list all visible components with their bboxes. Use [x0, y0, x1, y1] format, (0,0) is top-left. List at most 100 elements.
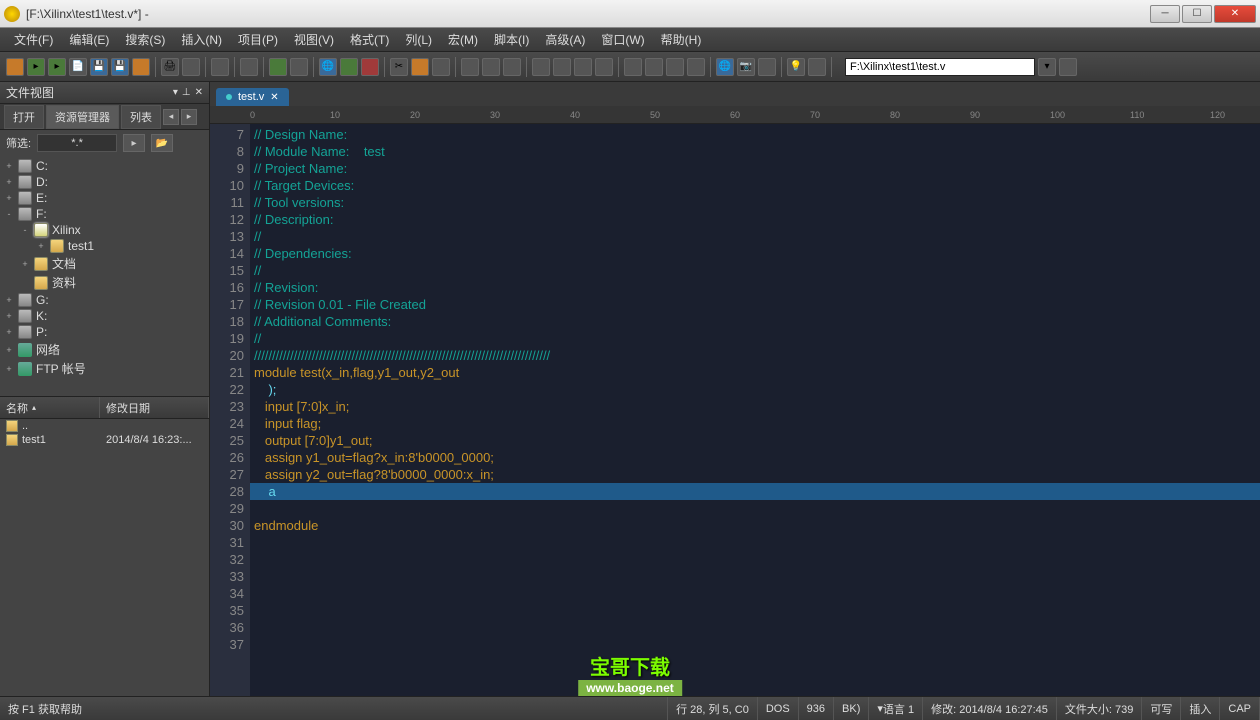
editor-tab-label: test.v: [238, 91, 264, 103]
toolbar-button[interactable]: 💡: [787, 58, 805, 76]
toolbar-button[interactable]: [461, 58, 479, 76]
toolbar-button[interactable]: [240, 58, 258, 76]
menu-item[interactable]: 列(L): [397, 29, 440, 50]
code-area[interactable]: 7891011121314151617181920212223242526272…: [210, 124, 1260, 696]
toolbar-button[interactable]: ▸: [27, 58, 45, 76]
toolbar-button[interactable]: [808, 58, 826, 76]
toolbar-button[interactable]: [432, 58, 450, 76]
close-button[interactable]: ✕: [1214, 5, 1256, 23]
panel-close-icon[interactable]: ✕: [195, 87, 203, 98]
tree-node[interactable]: +C:: [0, 158, 209, 174]
tab-scroll-right[interactable]: ▸: [181, 109, 197, 125]
menu-item[interactable]: 文件(F): [6, 29, 61, 50]
tree-node[interactable]: -F:: [0, 206, 209, 222]
menu-item[interactable]: 格式(T): [342, 29, 397, 50]
toolbar-button[interactable]: [482, 58, 500, 76]
status-lang[interactable]: ▾ 语言 1: [869, 697, 923, 720]
status-insert[interactable]: 插入: [1181, 697, 1220, 720]
menu-item[interactable]: 项目(P): [230, 29, 286, 50]
maximize-button[interactable]: ☐: [1182, 5, 1212, 23]
toolbar-button[interactable]: [687, 58, 705, 76]
toolbar-button[interactable]: [211, 58, 229, 76]
list-item[interactable]: test12014/8/4 16:23:...: [0, 433, 209, 447]
path-field[interactable]: [850, 61, 1030, 73]
toolbar-button[interactable]: [503, 58, 521, 76]
toolbar-button[interactable]: [290, 58, 308, 76]
tree-node[interactable]: +test1: [0, 238, 209, 254]
tree-node[interactable]: +文档: [0, 254, 209, 273]
path-dropdown-button[interactable]: ▾: [1038, 58, 1056, 76]
modified-icon: [226, 94, 232, 100]
filter-input[interactable]: [37, 134, 117, 152]
menu-item[interactable]: 高级(A): [537, 29, 593, 50]
panel-pin-icon[interactable]: ⊥: [182, 87, 191, 98]
list-item[interactable]: ..: [0, 419, 209, 433]
toolbar-button[interactable]: [361, 58, 379, 76]
filter-folder-button[interactable]: 📂: [151, 134, 173, 152]
menu-item[interactable]: 视图(V): [286, 29, 342, 50]
minimize-button[interactable]: ─: [1150, 5, 1180, 23]
tab-open[interactable]: 打开: [4, 105, 44, 129]
path-go-button[interactable]: [1059, 58, 1077, 76]
menu-item[interactable]: 脚本(I): [486, 29, 537, 50]
tab-scroll-left[interactable]: ◂: [163, 109, 179, 125]
tree-node[interactable]: +P:: [0, 324, 209, 340]
toolbar-button[interactable]: [340, 58, 358, 76]
status-codepage[interactable]: 936: [799, 697, 834, 720]
file-tree[interactable]: +C:+D:+E:-F:-Xilinx+test1+文档资料+G:+K:+P:+…: [0, 156, 209, 396]
status-readwrite[interactable]: 可写: [1142, 697, 1181, 720]
toolbar-button[interactable]: 📄: [69, 58, 87, 76]
toolbar-button[interactable]: [269, 58, 287, 76]
code-text[interactable]: // Design Name:// Module Name: test// Pr…: [250, 124, 1260, 696]
file-list[interactable]: ..test12014/8/4 16:23:...: [0, 419, 209, 696]
toolbar-button[interactable]: [574, 58, 592, 76]
menu-item[interactable]: 搜索(S): [117, 29, 173, 50]
toolbar-button[interactable]: [553, 58, 571, 76]
column-date[interactable]: 修改日期: [100, 397, 209, 418]
tree-node[interactable]: 资料: [0, 273, 209, 292]
status-caps: CAP: [1220, 697, 1260, 720]
toolbar-button[interactable]: [532, 58, 550, 76]
toolbar-button[interactable]: [645, 58, 663, 76]
status-dos[interactable]: DOS: [758, 697, 799, 720]
toolbar-button[interactable]: ✂: [390, 58, 408, 76]
tab-list[interactable]: 列表: [121, 105, 161, 129]
menu-item[interactable]: 窗口(W): [593, 29, 652, 50]
status-encoding[interactable]: BK): [834, 697, 869, 720]
toolbar-button[interactable]: [6, 58, 24, 76]
tree-node[interactable]: +FTP 帐号: [0, 359, 209, 378]
tree-node[interactable]: +K:: [0, 308, 209, 324]
tab-explorer[interactable]: 资源管理器: [46, 105, 119, 129]
toolbar-button[interactable]: [624, 58, 642, 76]
panel-menu-icon[interactable]: ▾: [173, 87, 178, 98]
editor-tab[interactable]: test.v ✕: [216, 88, 289, 106]
toolbar-button[interactable]: 💾: [90, 58, 108, 76]
menu-item[interactable]: 插入(N): [173, 29, 230, 50]
toolbar-button[interactable]: [666, 58, 684, 76]
menu-item[interactable]: 宏(M): [440, 29, 486, 50]
toolbar-button[interactable]: 🌐: [716, 58, 734, 76]
sidebar-tabs: 打开 资源管理器 列表 ◂ ▸: [0, 104, 209, 130]
toolbar-button[interactable]: 💾: [111, 58, 129, 76]
toolbar-button[interactable]: [595, 58, 613, 76]
toolbar-button[interactable]: ▸: [48, 58, 66, 76]
toolbar-button[interactable]: [132, 58, 150, 76]
menu-item[interactable]: 帮助(H): [653, 29, 710, 50]
toolbar-button[interactable]: [411, 58, 429, 76]
column-name[interactable]: 名称▴: [0, 397, 100, 418]
toolbar-button[interactable]: [182, 58, 200, 76]
toolbar-button[interactable]: 📷: [737, 58, 755, 76]
tree-node[interactable]: -Xilinx: [0, 222, 209, 238]
toolbar-button[interactable]: 🌐: [319, 58, 337, 76]
filter-apply-button[interactable]: ▸: [123, 134, 145, 152]
toolbar-button[interactable]: 🖨: [161, 58, 179, 76]
tree-node[interactable]: +E:: [0, 190, 209, 206]
tree-node[interactable]: +网络: [0, 340, 209, 359]
tree-node[interactable]: +G:: [0, 292, 209, 308]
close-tab-icon[interactable]: ✕: [270, 92, 278, 103]
toolbar-button[interactable]: [758, 58, 776, 76]
menu-item[interactable]: 编辑(E): [61, 29, 117, 50]
tree-node[interactable]: +D:: [0, 174, 209, 190]
title-bar: [F:\Xilinx\test1\test.v*] - ─ ☐ ✕: [0, 0, 1260, 28]
path-input[interactable]: [845, 58, 1035, 76]
